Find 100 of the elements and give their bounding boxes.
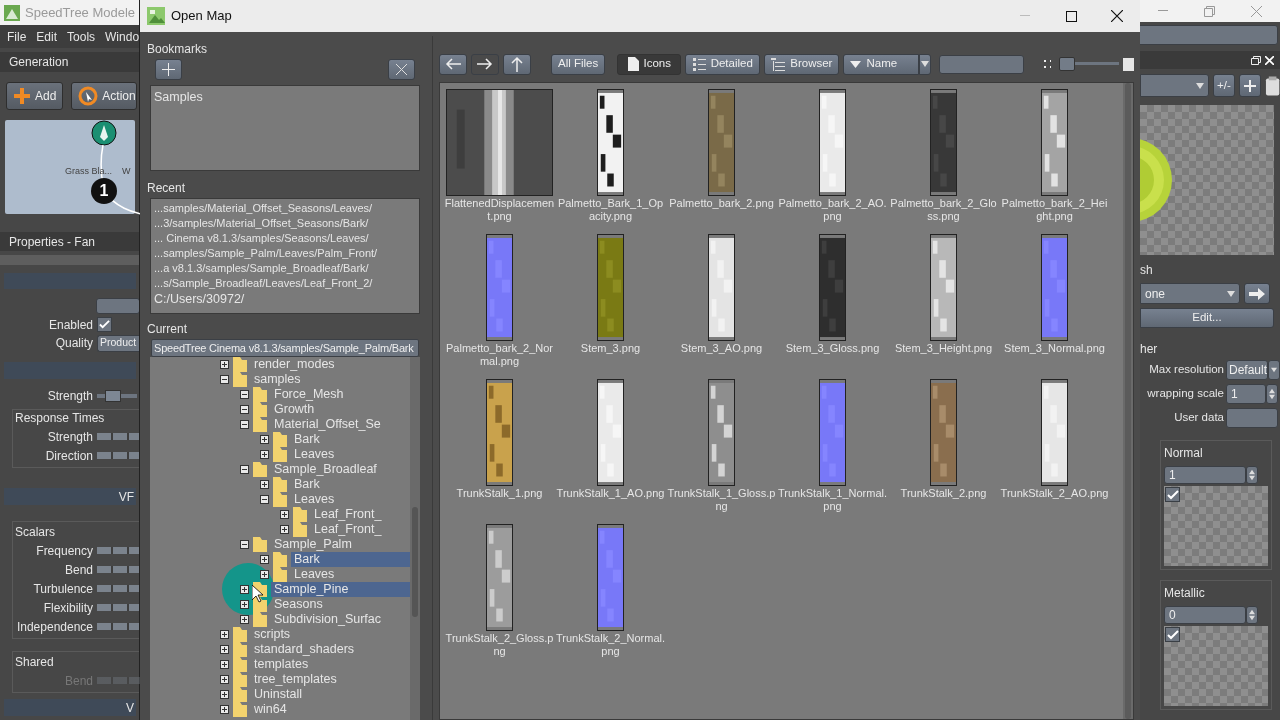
collapse-icon[interactable] bbox=[260, 495, 269, 504]
expand-icon[interactable] bbox=[260, 480, 269, 489]
file-name[interactable]: FlattenedDisplacement.png bbox=[444, 197, 555, 223]
expand-icon[interactable] bbox=[280, 510, 289, 519]
tree-item[interactable]: win64 bbox=[254, 702, 287, 716]
expand-icon[interactable] bbox=[220, 645, 229, 654]
tree-item[interactable]: Sample_Broadleaf bbox=[274, 462, 377, 476]
file-name[interactable]: Stem_3_Gloss.png bbox=[777, 342, 888, 355]
back-button[interactable] bbox=[439, 53, 467, 75]
tree-item[interactable]: Leaves bbox=[294, 567, 335, 581]
forward-button[interactable] bbox=[471, 53, 499, 75]
expand-icon[interactable] bbox=[220, 705, 229, 714]
input-field[interactable] bbox=[1140, 25, 1278, 45]
file-name[interactable]: TrunkStalk_1_Normal.png bbox=[777, 487, 888, 513]
dropdown-button[interactable] bbox=[1268, 360, 1280, 380]
remove-bookmark-button[interactable] bbox=[388, 59, 415, 80]
slider-track[interactable] bbox=[97, 433, 140, 440]
collapse-icon[interactable] bbox=[240, 465, 249, 474]
slider-track[interactable] bbox=[97, 623, 140, 630]
menu-item[interactable]: File bbox=[7, 27, 27, 46]
tree-item[interactable]: Subdivision_Surfac bbox=[274, 612, 381, 626]
expand-icon[interactable] bbox=[220, 660, 229, 669]
spin-buttons[interactable] bbox=[1246, 466, 1258, 484]
expand-icon[interactable] bbox=[260, 435, 269, 444]
recent-item[interactable]: ...samples/Sample_Palm/Leaves/Palm_Front/ bbox=[154, 247, 378, 259]
add-button[interactable]: Add bbox=[6, 81, 64, 110]
tree-item[interactable]: Sample_Palm bbox=[274, 537, 352, 551]
expand-icon[interactable] bbox=[260, 555, 269, 564]
sort-dropdown[interactable]: Name bbox=[843, 53, 920, 75]
slider-track[interactable] bbox=[97, 677, 140, 684]
edit-button[interactable]: Edit... bbox=[1140, 308, 1274, 328]
slider-track[interactable] bbox=[97, 452, 140, 459]
checkbox[interactable] bbox=[97, 317, 112, 333]
recent-item[interactable]: ...s/Sample_Broadleaf/Leaves/Leaf_Front_2/ bbox=[154, 277, 373, 289]
expand-icon[interactable] bbox=[220, 630, 229, 639]
file-name[interactable]: Palmetto_bark_2.png bbox=[666, 197, 777, 210]
menu-item[interactable]: Tools bbox=[67, 27, 96, 46]
spin-field[interactable]: 1 bbox=[1226, 384, 1266, 404]
file-name[interactable]: TrunkStalk_1_Gloss.png bbox=[666, 487, 777, 513]
collapse-icon[interactable] bbox=[240, 405, 249, 414]
file-name[interactable]: TrunkStalk_2.png bbox=[888, 487, 999, 500]
tree-item[interactable]: tree_templates bbox=[254, 672, 337, 686]
recent-item[interactable]: ...samples/Material_Offset_Seasons/Leaves/ bbox=[154, 202, 373, 214]
recent-item[interactable]: ... Cinema v8.1.3/samples/Seasons/Leaves/ bbox=[154, 232, 369, 244]
file-name[interactable]: Palmetto_bark_2_Gloss.png bbox=[888, 197, 999, 223]
tree-item[interactable]: Force_Mesh bbox=[274, 387, 344, 401]
tree-item[interactable]: templates bbox=[254, 657, 309, 671]
file-name[interactable]: Stem_3.png bbox=[555, 342, 666, 355]
tree-item[interactable]: Growth bbox=[274, 402, 315, 416]
tree-item[interactable]: Seasons bbox=[274, 597, 323, 611]
checkbox[interactable] bbox=[1165, 627, 1180, 642]
file-name[interactable]: Palmetto_bark_2_AO.png bbox=[777, 197, 888, 223]
expand-icon[interactable] bbox=[240, 585, 249, 594]
restore-button[interactable] bbox=[1204, 5, 1215, 17]
add-button[interactable] bbox=[1238, 74, 1261, 97]
property-button[interactable] bbox=[95, 298, 140, 315]
node-badge[interactable]: 1 bbox=[91, 177, 117, 204]
menu-item[interactable]: Edit bbox=[36, 27, 58, 46]
collapse-icon[interactable] bbox=[220, 375, 229, 384]
file-name[interactable]: TrunkStalk_2_Normal.png bbox=[555, 632, 666, 658]
recent-item[interactable]: ...a v8.1.3/samples/Sample_Broadleaf/Bark/ bbox=[154, 262, 369, 274]
view-tab[interactable]: Icons bbox=[617, 53, 682, 75]
tree-item[interactable]: standard_shaders bbox=[254, 642, 355, 656]
slider-track[interactable] bbox=[97, 566, 140, 573]
expand-icon[interactable] bbox=[260, 450, 269, 459]
slider-track[interactable] bbox=[97, 547, 140, 554]
collapse-icon[interactable] bbox=[240, 390, 249, 399]
tree-item[interactable]: Leaf_Front_ bbox=[314, 522, 382, 536]
close-button[interactable] bbox=[1251, 5, 1262, 17]
expand-icon[interactable] bbox=[240, 600, 249, 609]
spin-field[interactable]: 0 bbox=[1164, 606, 1246, 624]
tree-item[interactable]: Leaves bbox=[294, 447, 335, 461]
dropdown-button[interactable] bbox=[919, 53, 932, 75]
tree-item[interactable]: samples bbox=[254, 372, 301, 386]
file-name[interactable]: Palmetto_Bark_1_Opacity.png bbox=[555, 197, 666, 223]
size-slider[interactable] bbox=[1058, 57, 1119, 71]
add-bookmark-button[interactable] bbox=[155, 59, 182, 80]
slider-track[interactable] bbox=[97, 604, 140, 611]
expand-icon[interactable] bbox=[260, 570, 269, 579]
file-name[interactable]: Palmetto_bark_2_Height.png bbox=[999, 197, 1110, 223]
tree-item[interactable]: Leaves bbox=[294, 492, 335, 506]
tree-item[interactable]: Bark bbox=[294, 432, 320, 446]
spin-buttons[interactable] bbox=[1246, 606, 1258, 624]
slider-thumb[interactable] bbox=[1059, 57, 1076, 71]
filter-button[interactable]: All Files bbox=[551, 53, 606, 75]
leaf-node-icon[interactable] bbox=[91, 119, 117, 146]
file-name[interactable]: TrunkStalk_2_Gloss.png bbox=[444, 632, 555, 658]
expand-icon[interactable] bbox=[220, 690, 229, 699]
collapse-icon[interactable] bbox=[240, 420, 249, 429]
text-field[interactable] bbox=[1226, 408, 1278, 428]
expand-icon[interactable] bbox=[220, 675, 229, 684]
actions-button[interactable]: Action bbox=[71, 81, 137, 110]
go-button[interactable] bbox=[1244, 283, 1270, 304]
file-name[interactable]: Stem_3_Height.png bbox=[888, 342, 999, 355]
expand-icon[interactable] bbox=[280, 525, 289, 534]
file-name[interactable]: TrunkStalk_2_AO.png bbox=[999, 487, 1110, 500]
path-field[interactable]: SpeedTree Cinema v8.1.3/samples/Sample_Palm/Bark bbox=[151, 339, 419, 357]
file-name[interactable]: Stem_3_AO.png bbox=[666, 342, 777, 355]
spin-buttons[interactable] bbox=[1266, 384, 1278, 404]
mesh-dropdown[interactable]: one bbox=[1140, 283, 1240, 304]
